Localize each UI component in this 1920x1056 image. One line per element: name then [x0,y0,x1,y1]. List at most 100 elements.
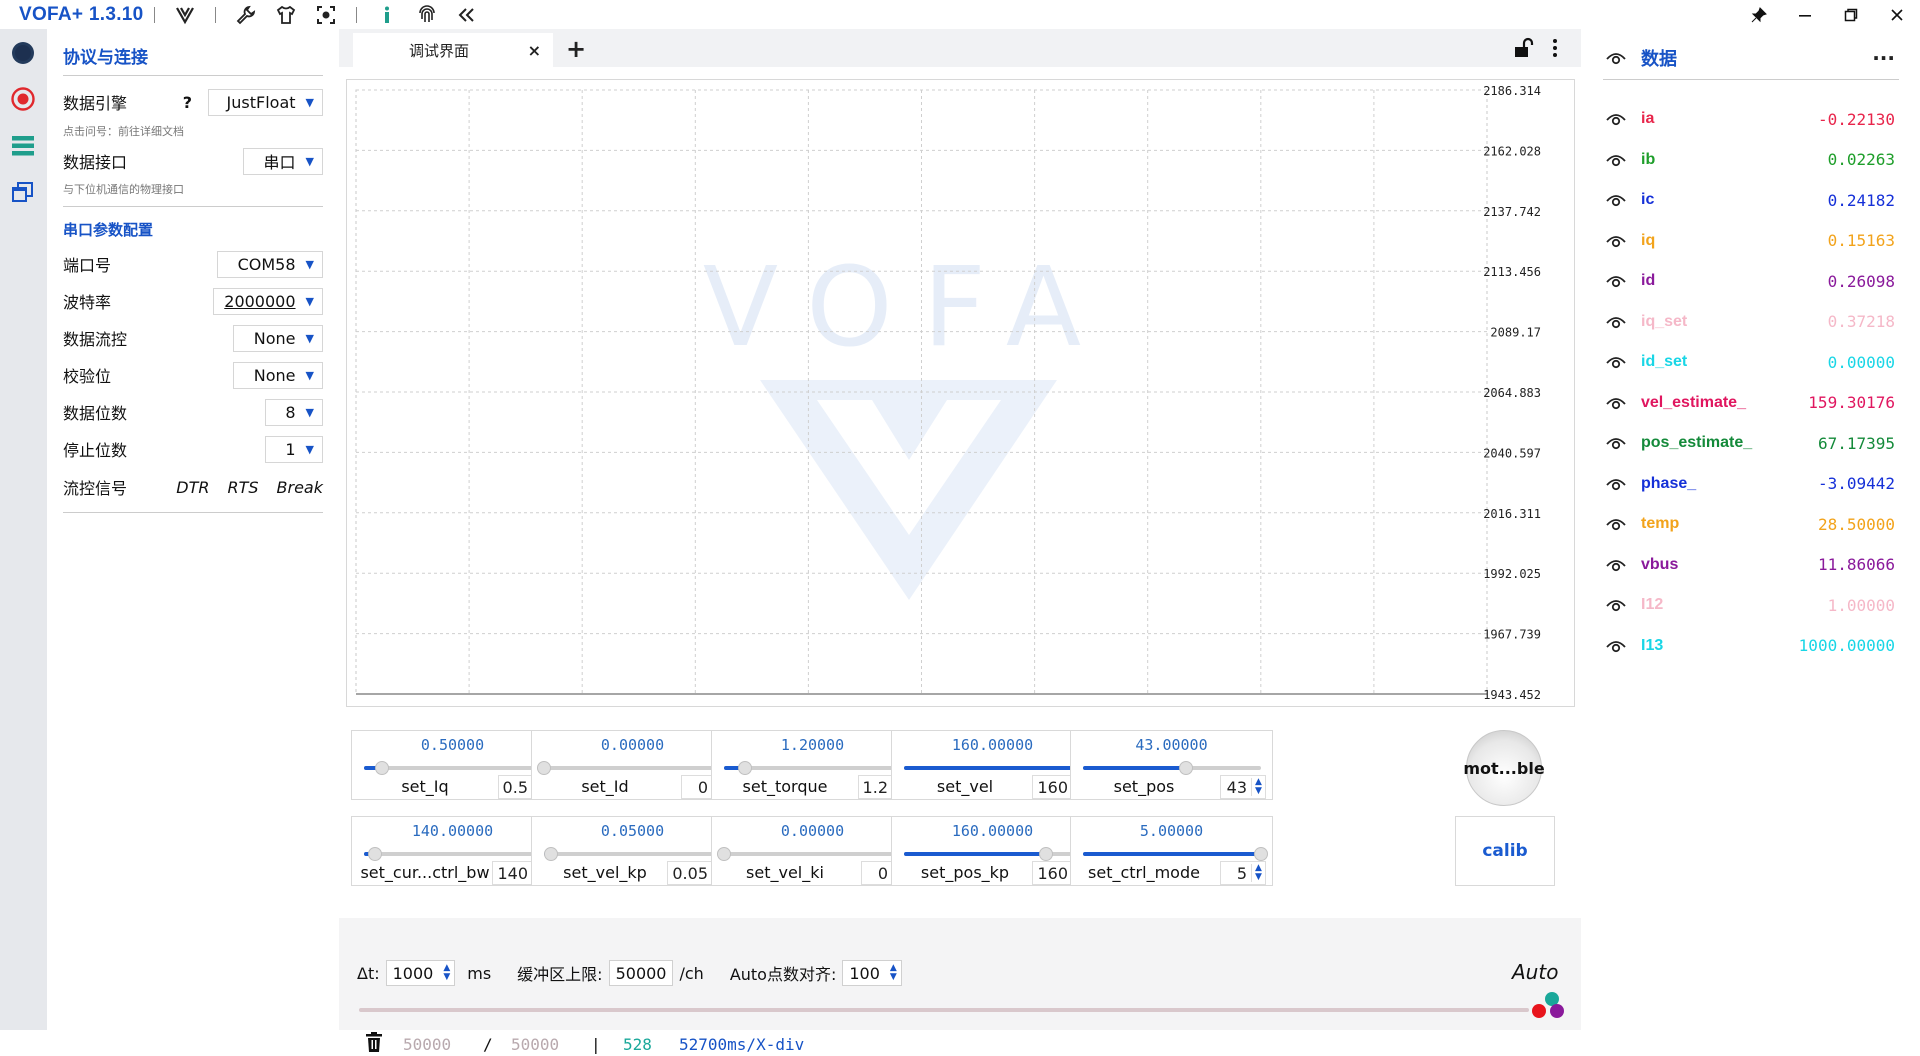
channel-row[interactable]: ia -0.22130 [1605,104,1895,134]
collapse-icon[interactable] [453,1,481,29]
dt-spinbox[interactable]: 1000 ▲ ▼ [385,960,456,986]
slider-handle[interactable] [1039,847,1054,861]
slider-handle[interactable] [1254,847,1268,861]
channel-row[interactable]: iq_set 0.37218 [1605,307,1895,337]
eye-icon[interactable] [1605,230,1627,252]
close-icon[interactable] [1874,0,1920,29]
handle-dot-purple[interactable] [1550,1004,1564,1018]
channel-row[interactable]: id_set 0.00000 [1605,347,1895,377]
slider-handle[interactable] [717,847,731,861]
buffer-input[interactable]: 50000 [608,960,674,986]
channel-row[interactable]: id 0.26098 [1605,266,1895,296]
channel-row[interactable]: ic 0.24182 [1605,185,1895,215]
channel-row[interactable]: I12 1.00000 [1605,590,1895,620]
divider [63,75,323,76]
slider-spinbox[interactable]: 5 ▲ ▼ [1220,861,1266,885]
slider-handle[interactable] [1179,761,1194,775]
baud-select[interactable]: 2000000 ▼ [213,287,323,315]
add-tab-button[interactable]: + [561,34,591,64]
auto-toggle[interactable]: Auto [1512,960,1558,984]
flow-select[interactable]: None ▼ [233,324,323,352]
trash-icon[interactable] [365,1032,383,1056]
spin-arrows-icon[interactable]: ▲▼ [886,964,901,982]
eye-icon[interactable] [1605,635,1627,657]
slider-track[interactable] [904,847,1082,861]
connection-icon[interactable] [7,37,39,69]
channel-row[interactable]: ib 0.02263 [1605,145,1895,175]
eye-icon[interactable] [1605,47,1627,69]
slider-track[interactable] [724,761,902,775]
channel-row[interactable]: vbus 11.86066 [1605,550,1895,580]
channel-row[interactable]: pos_estimate_ 67.17395 [1605,428,1895,458]
slider-handle[interactable] [537,761,551,775]
dtr-toggle[interactable]: DTR [176,478,209,497]
stopbits-select[interactable]: 1 ▼ [265,435,323,463]
maximize-icon[interactable] [1828,0,1874,29]
vofa-logo-icon[interactable] [171,1,199,29]
more-icon[interactable]: ··· [1872,46,1895,70]
eye-icon[interactable] [1605,149,1627,171]
eye-icon[interactable] [1605,432,1627,454]
slider-handle[interactable] [367,847,382,861]
eye-icon[interactable] [1605,351,1627,373]
parity-select[interactable]: None ▼ [233,361,323,389]
calib-button[interactable]: calib [1455,816,1555,886]
minimize-icon[interactable] [1782,0,1828,29]
break-toggle[interactable]: Break [277,478,323,497]
engine-select[interactable]: JustFloat ▼ [208,88,323,116]
eye-icon[interactable] [1605,189,1627,211]
slider-track[interactable] [904,761,1089,775]
channel-row[interactable]: vel_estimate_ 159.30176 [1605,388,1895,418]
windows-icon[interactable] [7,176,39,208]
help-button[interactable]: ? [183,93,192,112]
auto-align-spinbox[interactable]: 100 ▲ ▼ [842,960,902,986]
interface-select[interactable]: 串口 ▼ [243,147,323,175]
port-select[interactable]: COM58 ▼ [217,250,323,278]
eye-icon[interactable] [1605,392,1627,414]
tab-close-icon[interactable]: × [528,41,541,60]
screenshot-icon[interactable] [312,1,340,29]
eye-icon[interactable] [1605,311,1627,333]
slider-track[interactable] [1083,847,1268,861]
eye-icon[interactable] [1605,513,1627,535]
tab-debug[interactable]: 调试界面 × [353,33,553,67]
handle-dot-red[interactable] [1532,1004,1546,1018]
channel-row[interactable]: I13 1000.00000 [1605,631,1895,661]
lock-icon[interactable] [1512,37,1534,59]
info-icon[interactable] [373,1,401,29]
rts-toggle[interactable]: RTS [227,478,258,497]
pin-icon[interactable] [1736,0,1782,29]
list-icon[interactable] [7,130,39,162]
time-scrollbar[interactable] [359,1008,1529,1012]
slider-handle[interactable] [544,847,559,861]
plot-canvas[interactable]: VOFA 2186.314 2162.028 2137.742 2113.456 208… [347,80,1574,706]
channel-row[interactable]: iq 0.15163 [1605,226,1895,256]
slider-handle[interactable] [374,761,389,775]
shirt-icon[interactable] [272,1,300,29]
slider-track[interactable] [364,761,542,775]
wrench-icon[interactable] [232,1,260,29]
slider-track[interactable] [364,847,542,861]
slider-track[interactable] [544,847,722,861]
eye-icon[interactable] [1605,554,1627,576]
slider-track[interactable] [537,761,722,775]
slider-track[interactable] [717,847,902,861]
eye-icon[interactable] [1605,594,1627,616]
spin-arrows-icon[interactable]: ▲▼ [439,964,454,982]
slider-spinbox[interactable]: 43 ▲ ▼ [1220,775,1266,799]
eye-icon[interactable] [1605,270,1627,292]
channel-row[interactable]: temp 28.50000 [1605,509,1895,539]
record-icon[interactable] [7,83,39,115]
motor-enable-button[interactable]: mot...ble [1463,730,1545,806]
slider-track[interactable] [1083,761,1261,775]
eye-icon[interactable] [1605,473,1627,495]
slider-handle[interactable] [738,761,753,775]
eye-icon[interactable] [1605,108,1627,130]
fingerprint-icon[interactable] [413,1,441,29]
spin-arrows-icon[interactable]: ▲▼ [1251,864,1265,882]
databits-select[interactable]: 8 ▼ [265,398,323,426]
more-vertical-icon[interactable] [1546,37,1564,59]
spin-arrows-icon[interactable]: ▲▼ [1251,778,1265,796]
channel-row[interactable]: phase_ -3.09442 [1605,469,1895,499]
waveform-plot[interactable]: VOFA 2186.314 2162.028 2137.742 2113.456 208… [346,79,1575,707]
